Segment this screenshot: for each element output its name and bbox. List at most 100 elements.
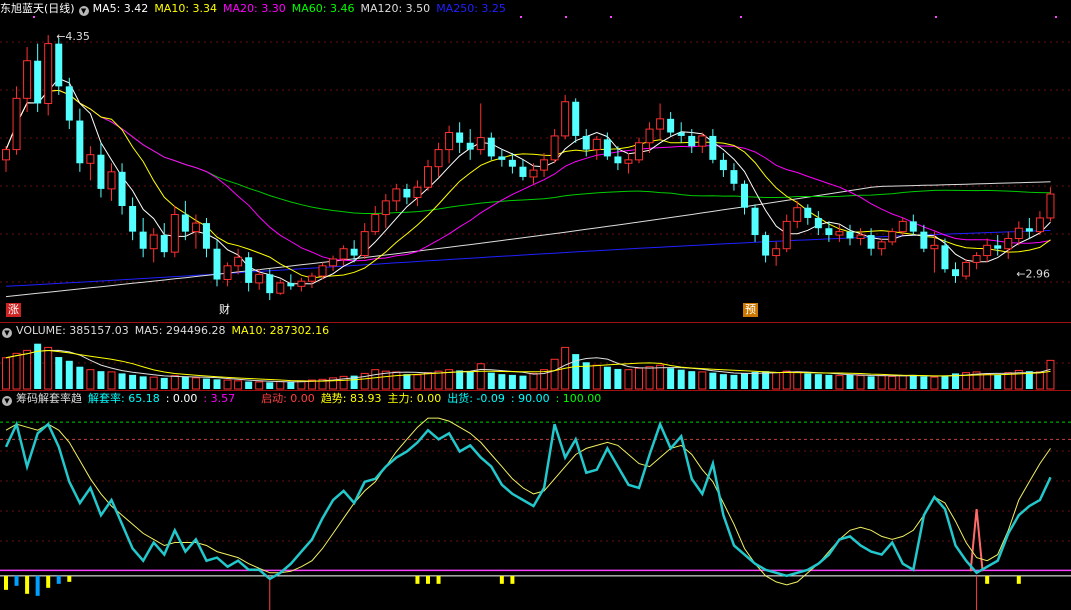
volume-bar bbox=[994, 374, 1002, 389]
volume-bar bbox=[656, 364, 665, 390]
outflow-bar bbox=[436, 575, 441, 584]
ma120-label: MA120: 3.50 bbox=[360, 2, 431, 15]
candle-body bbox=[476, 137, 485, 151]
outflow-bar bbox=[56, 575, 61, 584]
candle-body bbox=[403, 188, 411, 198]
volume-bar bbox=[603, 366, 611, 389]
candle-body bbox=[741, 183, 748, 208]
candle-body bbox=[856, 234, 865, 239]
candle-body bbox=[276, 282, 285, 294]
price-chart[interactable]: ←4.35 ←2.96 bbox=[0, 0, 1071, 322]
candle-body bbox=[245, 257, 253, 283]
candle-body bbox=[329, 258, 338, 267]
volume-bar bbox=[424, 372, 432, 390]
volume-bar bbox=[867, 376, 875, 389]
candle-body bbox=[994, 245, 1002, 249]
candle-body bbox=[804, 207, 812, 218]
volume-bar bbox=[772, 372, 781, 390]
ma10-label: MA10: 3.34 bbox=[154, 2, 218, 15]
ma60-label: MA60: 3.46 bbox=[291, 2, 355, 15]
signal-marker bbox=[740, 16, 742, 18]
volume-bar bbox=[170, 375, 179, 390]
candle-body bbox=[287, 282, 295, 287]
volume-bar bbox=[508, 374, 516, 389]
volume-bar bbox=[413, 374, 422, 390]
volume-bar bbox=[835, 375, 844, 390]
qushi-line bbox=[5, 417, 1051, 586]
volume-bar bbox=[677, 369, 685, 389]
volume-bar bbox=[160, 377, 168, 389]
candle-body bbox=[572, 101, 580, 136]
volume-bar bbox=[730, 374, 738, 389]
volume-bar bbox=[741, 373, 748, 389]
volume-panel[interactable]: VOLUME: 385157.03 MA5: 294496.28 MA10: 287… bbox=[0, 323, 1071, 390]
candle-body bbox=[909, 221, 917, 232]
dropdown-icon[interactable] bbox=[2, 396, 12, 406]
indicator-panel[interactable]: 筹码解套率趋解套率: 65.18: 0.00: 3.57 启动: 0.00 趋势: … bbox=[0, 391, 1071, 610]
price-panel[interactable]: 东旭蓝天(日线) MA5: 3.42 MA10: 3.34 MA20: 3.30 MA6… bbox=[0, 0, 1071, 322]
outflow-bar bbox=[14, 575, 19, 586]
volume-bar bbox=[645, 366, 654, 390]
volume-bar bbox=[23, 349, 32, 390]
candle-body bbox=[667, 118, 675, 133]
candle-body bbox=[835, 231, 844, 236]
candle-body bbox=[392, 188, 401, 202]
qidong-spike bbox=[969, 509, 984, 572]
volume-bar bbox=[149, 376, 158, 390]
volume-bar bbox=[930, 376, 939, 390]
candle-body bbox=[793, 207, 802, 222]
candle-body bbox=[1046, 193, 1055, 219]
signal-marker bbox=[1055, 16, 1057, 18]
dropdown-icon[interactable] bbox=[78, 6, 89, 16]
signal-marker bbox=[610, 16, 612, 18]
candle-body bbox=[149, 234, 158, 250]
candle-body bbox=[1035, 217, 1044, 233]
outflow-bar bbox=[510, 575, 515, 584]
candle-body bbox=[952, 269, 959, 277]
tag-cai[interactable]: 财 bbox=[217, 303, 232, 317]
candle-body bbox=[888, 231, 897, 243]
indicator-chart[interactable] bbox=[0, 391, 1071, 610]
candle-body bbox=[434, 149, 443, 168]
tag-yu[interactable]: 预 bbox=[743, 303, 758, 317]
candle-body bbox=[656, 118, 665, 130]
candle-body bbox=[561, 101, 570, 137]
candle-body bbox=[23, 60, 32, 99]
ma250-label: MA250: 3.25 bbox=[436, 2, 506, 15]
candle-body bbox=[456, 132, 464, 143]
volume-bar bbox=[223, 379, 232, 390]
volume-bar bbox=[888, 375, 897, 390]
volume-bar bbox=[498, 374, 506, 389]
dropdown-icon[interactable] bbox=[2, 328, 12, 338]
candle-body bbox=[540, 159, 549, 171]
candle-body bbox=[814, 217, 822, 229]
ind-name: 筹码解套率趋 bbox=[16, 392, 82, 405]
candle-body bbox=[213, 248, 221, 280]
volume-bar bbox=[181, 376, 189, 389]
candle-body bbox=[107, 171, 116, 190]
ind-90: : 90.00 bbox=[510, 392, 550, 405]
volume-bar bbox=[86, 369, 95, 390]
volume-bar bbox=[983, 373, 992, 390]
outflow-bar bbox=[426, 575, 430, 584]
volume-bar bbox=[202, 378, 210, 389]
volume-bar bbox=[688, 371, 696, 389]
volume-bar bbox=[65, 360, 73, 389]
candle-body bbox=[825, 228, 833, 236]
candle-body bbox=[202, 223, 210, 249]
candle-body bbox=[550, 135, 559, 161]
outflow-bar bbox=[499, 575, 504, 584]
volume-bar bbox=[519, 375, 527, 389]
volume-bar bbox=[804, 373, 812, 389]
candle-body bbox=[709, 135, 717, 160]
jietaolv-line bbox=[4, 420, 1052, 581]
candle-body bbox=[307, 275, 316, 282]
volume-bar bbox=[44, 346, 53, 390]
candle-body bbox=[350, 248, 358, 256]
candle-body bbox=[508, 159, 516, 167]
volume-bar bbox=[762, 371, 770, 389]
outflow-bar bbox=[67, 575, 72, 582]
tag-zhang[interactable]: 涨 bbox=[6, 303, 21, 317]
volume-bar bbox=[920, 376, 928, 389]
candle-body bbox=[76, 120, 84, 164]
